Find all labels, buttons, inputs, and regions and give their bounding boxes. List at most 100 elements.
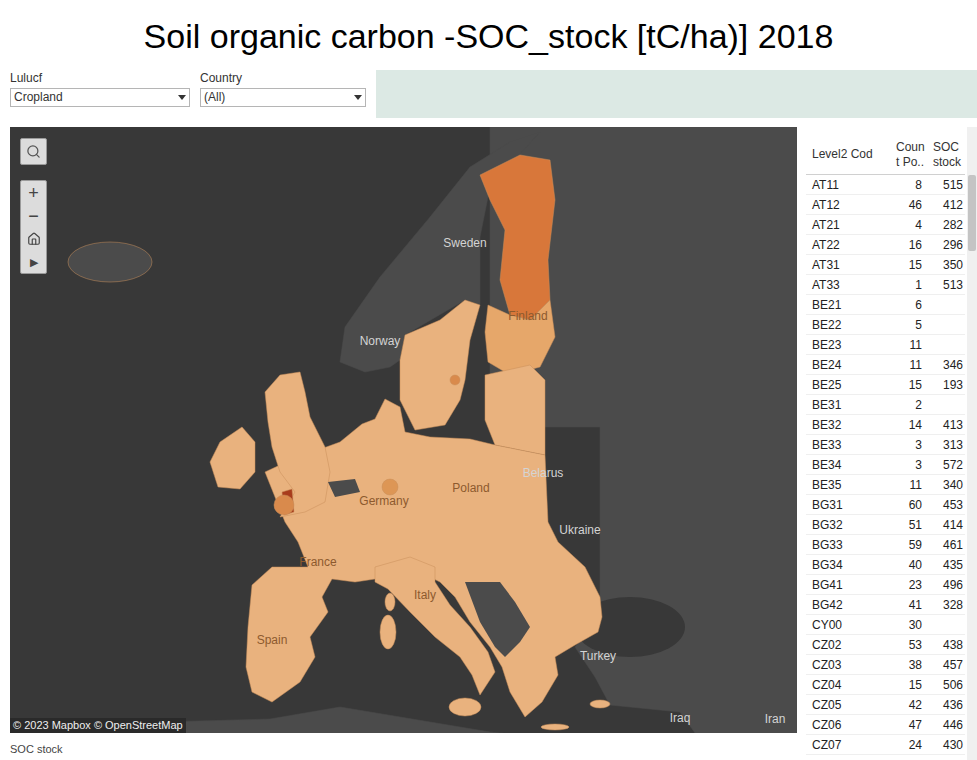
scrollbar[interactable] xyxy=(967,127,977,760)
dashboard-title: Soil organic carbon -SOC_stock [tC/ha)] … xyxy=(144,16,834,56)
point-count: 51 xyxy=(886,518,928,532)
table-row[interactable]: BE343572 xyxy=(806,455,965,475)
table-row[interactable]: CZ0647446 xyxy=(806,715,965,735)
soc-stock: 572 xyxy=(928,458,965,472)
search-button[interactable] xyxy=(20,138,47,165)
table-row[interactable]: BG4241328 xyxy=(806,595,965,615)
map-label: Norway xyxy=(360,334,401,348)
region-code: CZ07 xyxy=(806,738,886,752)
region-code: BE31 xyxy=(806,398,886,412)
point-count: 3 xyxy=(886,438,928,452)
map-region xyxy=(385,593,395,611)
column-header[interactable]: SOC stock xyxy=(928,140,965,170)
soc-stock: 414 xyxy=(928,518,965,532)
table-row[interactable]: BE333313 xyxy=(806,435,965,455)
table-row[interactable]: AT331513 xyxy=(806,275,965,295)
filter: Country (All) xyxy=(200,64,376,107)
map-label: Sweden xyxy=(443,236,486,250)
region-code: BE23 xyxy=(806,338,886,352)
scrollbar-thumb[interactable] xyxy=(968,175,976,251)
table-row[interactable]: CZ0724430 xyxy=(806,735,965,755)
soc-stock: 296 xyxy=(928,238,965,252)
filter-dropdown[interactable]: Cropland xyxy=(10,88,190,107)
zoom-out-button[interactable]: − xyxy=(21,204,46,227)
point-count: 16 xyxy=(886,238,928,252)
table-header: Level2 CodCount Po..SOC stock xyxy=(806,135,965,175)
point-count: 15 xyxy=(886,258,928,272)
point-count: 4 xyxy=(886,218,928,232)
point-count: 15 xyxy=(886,378,928,392)
point-count: 40 xyxy=(886,558,928,572)
map-label: Germany xyxy=(359,494,408,508)
region-code: BE34 xyxy=(806,458,886,472)
table-row[interactable]: AT2216296 xyxy=(806,235,965,255)
pan-button[interactable]: ▶ xyxy=(21,250,46,273)
table-row[interactable]: BE225 xyxy=(806,315,965,335)
table-row[interactable]: BE216 xyxy=(806,295,965,315)
table-row[interactable]: BE2411346 xyxy=(806,355,965,375)
region-code: BE25 xyxy=(806,378,886,392)
point-count: 38 xyxy=(886,658,928,672)
point-count: 11 xyxy=(886,338,928,352)
point-count: 30 xyxy=(886,618,928,632)
home-button[interactable] xyxy=(21,227,46,250)
map-label: Turkey xyxy=(580,649,616,663)
filter-dropdown[interactable]: (All) xyxy=(200,88,366,107)
filter-label: Country xyxy=(200,71,376,85)
table-row[interactable]: CZ0253438 xyxy=(806,635,965,655)
soc-stock: 436 xyxy=(928,698,965,712)
table-row[interactable]: BE2515193 xyxy=(806,375,965,395)
map-attribution: © 2023 Mapbox © OpenStreetMap xyxy=(10,718,186,733)
zoom-in-button[interactable]: + xyxy=(21,181,46,204)
table-row[interactable]: AT118515 xyxy=(806,175,965,195)
point-count: 47 xyxy=(886,718,928,732)
table-row[interactable]: BE3214413 xyxy=(806,415,965,435)
table-row[interactable]: AT3115350 xyxy=(806,255,965,275)
soc-stock: 496 xyxy=(928,578,965,592)
table-row[interactable]: CZ0415506 xyxy=(806,675,965,695)
region-code: CZ02 xyxy=(806,638,886,652)
region-code: BE33 xyxy=(806,438,886,452)
region-code: BG42 xyxy=(806,598,886,612)
no-data-area xyxy=(328,479,360,497)
legend-title: SOC stock xyxy=(10,743,63,755)
region-code: BG32 xyxy=(806,518,886,532)
soc-stock: 457 xyxy=(928,658,965,672)
point-count: 46 xyxy=(886,198,928,212)
table-row[interactable]: BG3440435 xyxy=(806,555,965,575)
region-code: CY00 xyxy=(806,618,886,632)
soc-stock: 350 xyxy=(928,258,965,272)
table-row[interactable]: BG3160453 xyxy=(806,495,965,515)
table-row[interactable]: CZ0542436 xyxy=(806,695,965,715)
column-header[interactable]: Level2 Cod xyxy=(806,147,886,162)
map-region xyxy=(590,700,610,708)
soc-stock: 438 xyxy=(928,638,965,652)
table-row[interactable]: BE2311 xyxy=(806,335,965,355)
region-code: BE21 xyxy=(806,298,886,312)
main-area: SwedenNorwayFinlandBelarusUkraineTurkeyI… xyxy=(0,120,977,760)
search-icon xyxy=(26,144,41,159)
table-row[interactable]: AT1246412 xyxy=(806,195,965,215)
region-code: BE24 xyxy=(806,358,886,372)
region-code: AT22 xyxy=(806,238,886,252)
map[interactable]: SwedenNorwayFinlandBelarusUkraineTurkeyI… xyxy=(10,127,797,733)
table-row[interactable]: BE3511340 xyxy=(806,475,965,495)
table-row[interactable]: BG3251414 xyxy=(806,515,965,535)
soc-stock: 453 xyxy=(928,498,965,512)
map-region xyxy=(274,495,294,515)
column-header[interactable]: Count Po.. xyxy=(886,140,928,170)
footer: SOC stock xyxy=(10,733,797,760)
region-code: AT11 xyxy=(806,178,886,192)
point-count: 53 xyxy=(886,638,928,652)
table-row[interactable]: CZ0338457 xyxy=(806,655,965,675)
dashboard: Soil organic carbon -SOC_stock [tC/ha)] … xyxy=(0,0,977,760)
table-row[interactable]: BG4123496 xyxy=(806,575,965,595)
table-row[interactable]: AT214282 xyxy=(806,215,965,235)
region-code: AT12 xyxy=(806,198,886,212)
table-row[interactable]: CY0030 xyxy=(806,615,965,635)
table-row[interactable]: BG3359461 xyxy=(806,535,965,555)
point-count: 6 xyxy=(886,298,928,312)
map-region xyxy=(400,300,480,430)
table-row[interactable]: BE312 xyxy=(806,395,965,415)
region-code: BE32 xyxy=(806,418,886,432)
